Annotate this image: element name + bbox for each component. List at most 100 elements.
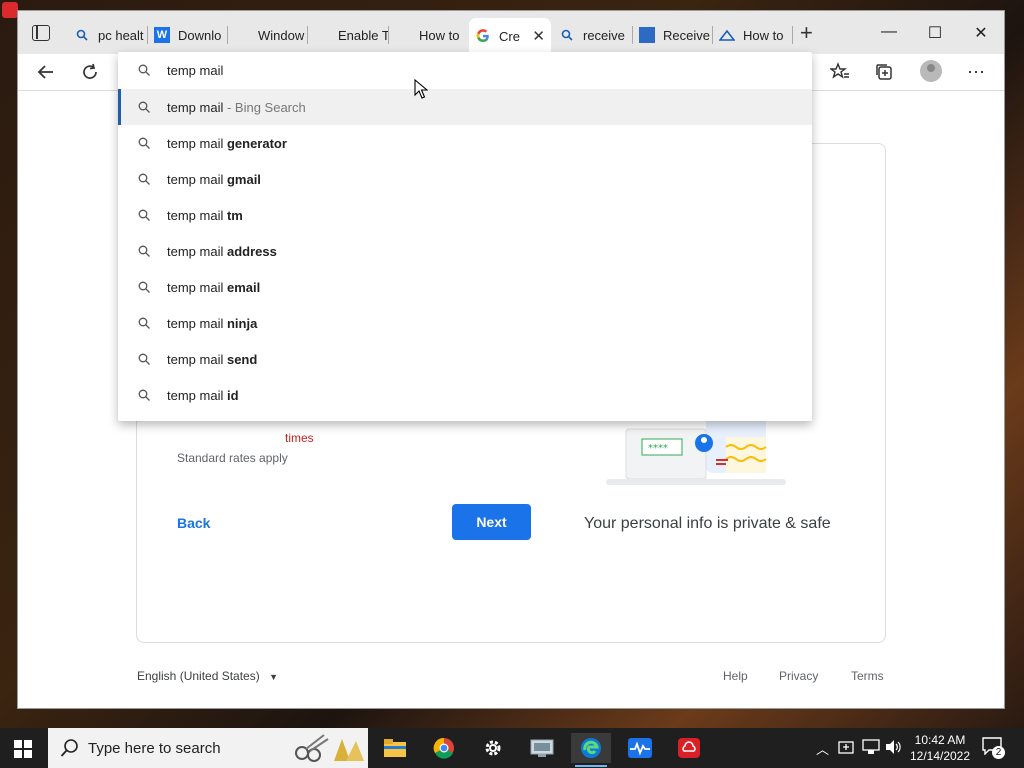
search-icon [138, 389, 150, 401]
suggestion-item[interactable]: temp mail address [118, 233, 812, 269]
tab-label: Receive [663, 27, 710, 43]
refresh-icon[interactable] [78, 60, 102, 84]
clock-time: 10:42 AM [914, 733, 966, 747]
tab-label: How to [743, 27, 784, 43]
creative-cloud-desktop-icon[interactable] [2, 2, 18, 18]
volume-icon[interactable] [885, 739, 903, 758]
suggestion-item[interactable]: temp mail gmail [118, 161, 812, 197]
profile-avatar[interactable] [920, 60, 942, 82]
suggestion-completion: id [226, 387, 239, 403]
suggestion-prefix: temp mail [167, 387, 227, 403]
notification-count-badge: 2 [992, 746, 1005, 759]
google-icon [475, 28, 491, 44]
tab-label: Cre [499, 28, 520, 44]
receive-icon [639, 27, 655, 43]
show-hidden-icons-icon[interactable]: ︿ [816, 739, 829, 758]
language-label: English (United States) [137, 669, 260, 683]
maximize-icon[interactable]: ☐ [923, 23, 947, 43]
microsoft-icon [395, 27, 411, 43]
tab-actions-menu-icon[interactable] [32, 25, 50, 41]
suggestion-item[interactable]: temp mail send [118, 341, 812, 377]
back-button[interactable]: Back [177, 515, 210, 531]
security-icon[interactable] [838, 739, 856, 758]
suggestion-prefix: temp mail [167, 279, 227, 295]
help-link[interactable]: Help [723, 669, 748, 683]
settings-gear-icon[interactable] [473, 733, 513, 763]
tab-how-to-1[interactable]: How to [389, 20, 469, 50]
suggestion-prefix: temp mail [167, 207, 227, 223]
suggestion-item[interactable]: temp mail ninja [118, 305, 812, 341]
creative-cloud-icon[interactable] [669, 733, 709, 763]
suggestion-prefix: temp mail [167, 315, 227, 331]
search-icon [138, 317, 150, 329]
partial-warning-text: times [285, 431, 314, 445]
notification-center-icon[interactable]: 2 [982, 737, 1005, 759]
system-clock[interactable]: 10:42 AM 12/14/2022 [905, 732, 975, 764]
next-button[interactable]: Next [452, 504, 531, 540]
tab-receive-1[interactable]: receive [553, 20, 633, 50]
search-highlight-illustration [295, 734, 364, 762]
edge-browser-window: pc healt W Downlo Window Enable T How to [18, 11, 1004, 708]
search-icon [138, 209, 150, 221]
tab-bar: pc healt W Downlo Window Enable T How to [18, 11, 1004, 54]
tab-enable[interactable]: Enable T [308, 20, 389, 50]
tab-receive-2[interactable]: Receive [633, 20, 713, 50]
microsoft-icon [314, 27, 330, 43]
search-icon [138, 137, 150, 149]
search-icon [559, 27, 575, 43]
clock-date: 12/14/2022 [909, 749, 971, 763]
suggestion-completion: send [226, 351, 258, 367]
file-explorer-icon[interactable] [375, 733, 415, 763]
language-selector[interactable]: English (United States) ▼ [137, 669, 278, 683]
back-arrow-icon[interactable] [34, 60, 58, 84]
suggestion-item[interactable]: temp mail generator [118, 125, 812, 161]
favorites-icon[interactable] [828, 60, 852, 84]
address-bar-input[interactable]: temp mail [118, 52, 812, 88]
close-tab-icon[interactable]: ✕ [532, 27, 545, 45]
suggestion-prefix: temp mail [167, 351, 227, 367]
suggestion-completion: generator [226, 135, 287, 151]
tab-download[interactable]: W Downlo [148, 20, 228, 50]
suggestion-completion: tm [226, 207, 243, 223]
tab-create-active[interactable]: Cre ✕ [469, 18, 551, 54]
minimize-icon[interactable]: — [877, 23, 901, 43]
taskbar-search-box[interactable]: Type here to search [48, 728, 368, 768]
suggestion-prefix: temp mail [167, 171, 227, 187]
suggestion-bing-search[interactable]: temp mail - Bing Search [118, 89, 812, 125]
terms-link[interactable]: Terms [851, 669, 884, 683]
address-value: temp mail [167, 62, 224, 78]
suggestion-completion: gmail [226, 171, 261, 187]
suggestion-prefix: temp mail [167, 135, 227, 151]
tab-windows[interactable]: Window [228, 20, 308, 50]
suggestion-prefix: temp mail [167, 243, 227, 259]
collections-icon[interactable] [872, 60, 896, 84]
microsoft-icon [234, 27, 250, 43]
suggestion-item[interactable]: temp mail id [118, 377, 812, 413]
more-options-icon[interactable]: ⋯ [964, 60, 988, 84]
search-icon [138, 64, 150, 76]
suggestion-completion: ninja [226, 315, 258, 331]
taskbar-search-placeholder: Type here to search [88, 740, 221, 757]
tab-label: pc healt [98, 27, 144, 43]
edge-browser-icon[interactable] [571, 733, 611, 767]
tab-label: Downlo [178, 27, 222, 43]
tab-label: How to [419, 27, 460, 43]
new-tab-icon[interactable]: + [800, 22, 813, 44]
search-icon [74, 27, 90, 43]
tab-how-to-2[interactable]: How to [713, 20, 793, 50]
suggestion-item[interactable]: temp mail tm [118, 197, 812, 233]
chrome-icon[interactable] [424, 733, 464, 763]
health-monitor-icon[interactable] [620, 733, 660, 763]
privacy-link[interactable]: Privacy [779, 669, 818, 683]
search-icon [138, 101, 150, 113]
suggestion-source: - Bing Search [223, 99, 306, 115]
control-panel-icon[interactable] [522, 733, 562, 763]
privacy-statement: Your personal info is private & safe [584, 515, 831, 532]
network-icon[interactable] [862, 739, 880, 758]
tab-label: receive [583, 27, 625, 43]
close-window-icon[interactable]: ✕ [969, 23, 993, 43]
tab-pc-health[interactable]: pc healt [68, 20, 148, 50]
suggestion-item[interactable]: temp mail email [118, 269, 812, 305]
windows-start-icon[interactable] [14, 740, 32, 758]
mouse-cursor-icon [414, 79, 428, 99]
